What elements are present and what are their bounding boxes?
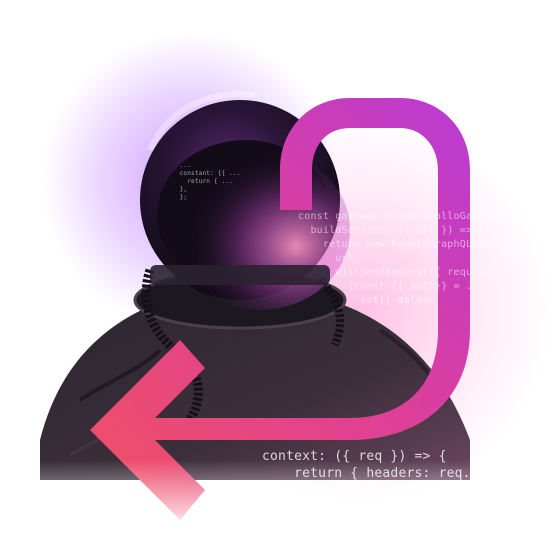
hero-illustration: const gateway = new ApolloGateway({ buil… bbox=[0, 0, 553, 535]
code-snippet-helmet: ... constant: {{ ... return { ... }, }; bbox=[179, 162, 241, 201]
code-snippet-bottom: context: ({ req }) => { return { headers… bbox=[262, 449, 551, 515]
code-snippet-top: const gateway = new ApolloGateway({ buil… bbox=[298, 211, 547, 306]
